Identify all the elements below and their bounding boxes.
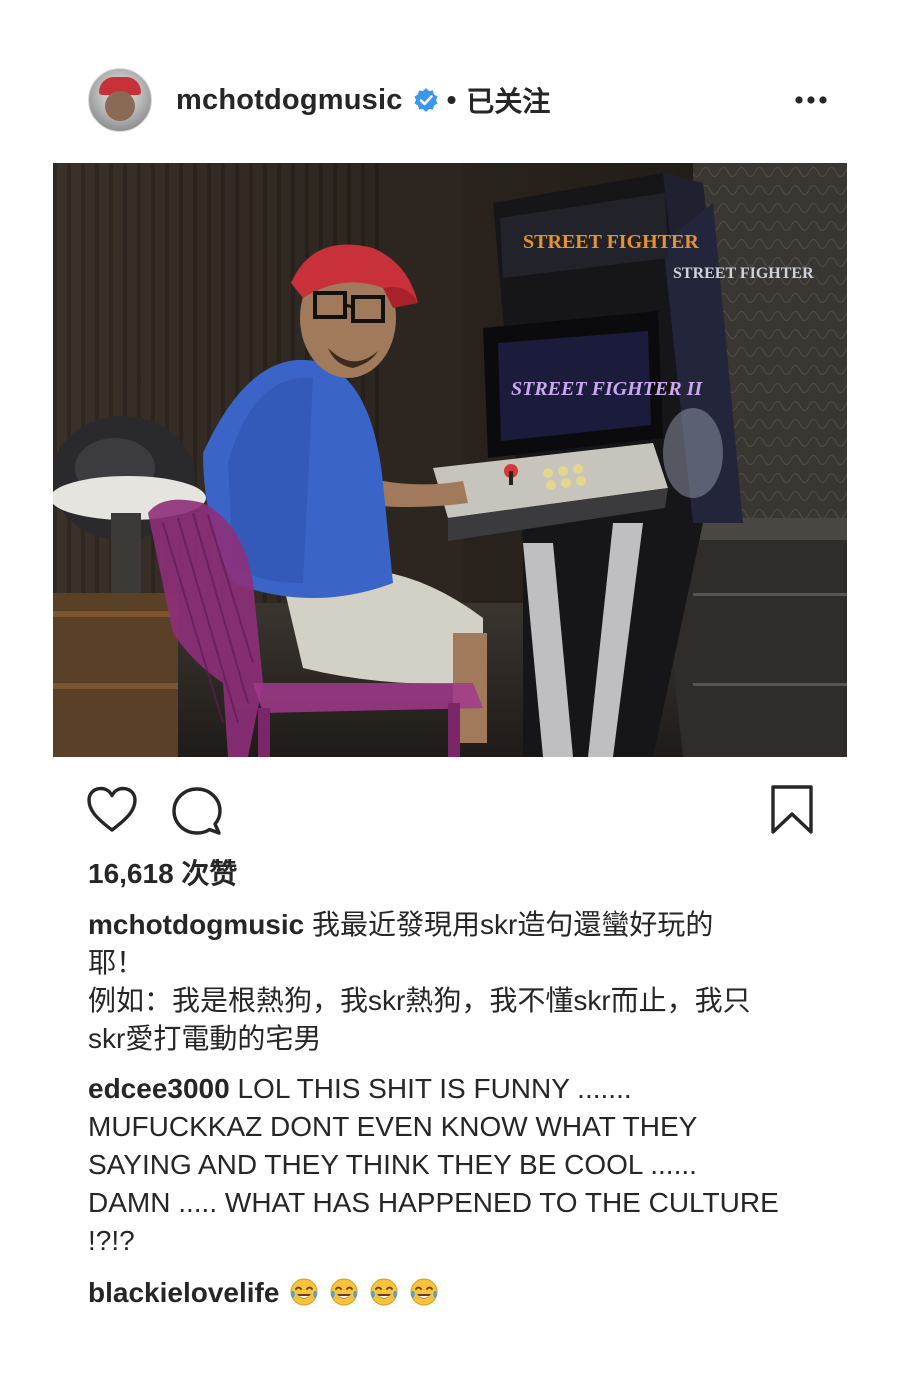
comment-item: edcee3000 LOL THIS SHIT IS FUNNY .......… — [88, 1070, 818, 1260]
post-header: mchotdogmusic • 已关注 — [88, 68, 828, 132]
post-caption: mchotdogmusic 我最近發現用skr造句還蠻好玩的 耶！ 例如：我是根… — [88, 906, 818, 1058]
post-photo[interactable]: STREET FIGHTER STREET FIGHTER STREET FIG… — [53, 163, 847, 757]
marquee-text: STREET FIGHTER — [523, 231, 699, 253]
arcade-photo-illustration: STREET FIGHTER STREET FIGHTER STREET FIG… — [53, 163, 847, 757]
screen-text: STREET FIGHTER II — [511, 378, 703, 400]
post-username[interactable]: mchotdogmusic — [176, 84, 403, 117]
bookmark-icon[interactable] — [770, 784, 814, 836]
avatar[interactable] — [88, 68, 152, 132]
follow-status-button[interactable]: 已关注 — [466, 80, 550, 120]
tears-of-joy-emoji — [410, 1278, 438, 1306]
avatar-face — [105, 91, 135, 121]
comment-username[interactable]: blackielovelife — [88, 1277, 279, 1308]
tears-of-joy-emoji — [290, 1278, 318, 1306]
side-art-text: STREET FIGHTER — [673, 265, 814, 282]
comment-item: blackielovelife — [88, 1274, 818, 1312]
post-actions — [86, 784, 816, 838]
verified-badge-icon — [414, 88, 438, 112]
comment-bubble-icon[interactable] — [172, 786, 222, 836]
tears-of-joy-emoji — [370, 1278, 398, 1306]
heart-icon[interactable] — [86, 786, 138, 834]
comment-emoji-group — [279, 1277, 439, 1308]
comment-username[interactable]: edcee3000 — [88, 1073, 230, 1104]
separator-dot: • — [446, 84, 457, 115]
likes-count[interactable]: 16,618 次赞 — [88, 852, 237, 892]
tears-of-joy-emoji — [330, 1278, 358, 1306]
caption-username[interactable]: mchotdogmusic — [88, 909, 304, 940]
more-options-icon[interactable] — [794, 95, 828, 105]
